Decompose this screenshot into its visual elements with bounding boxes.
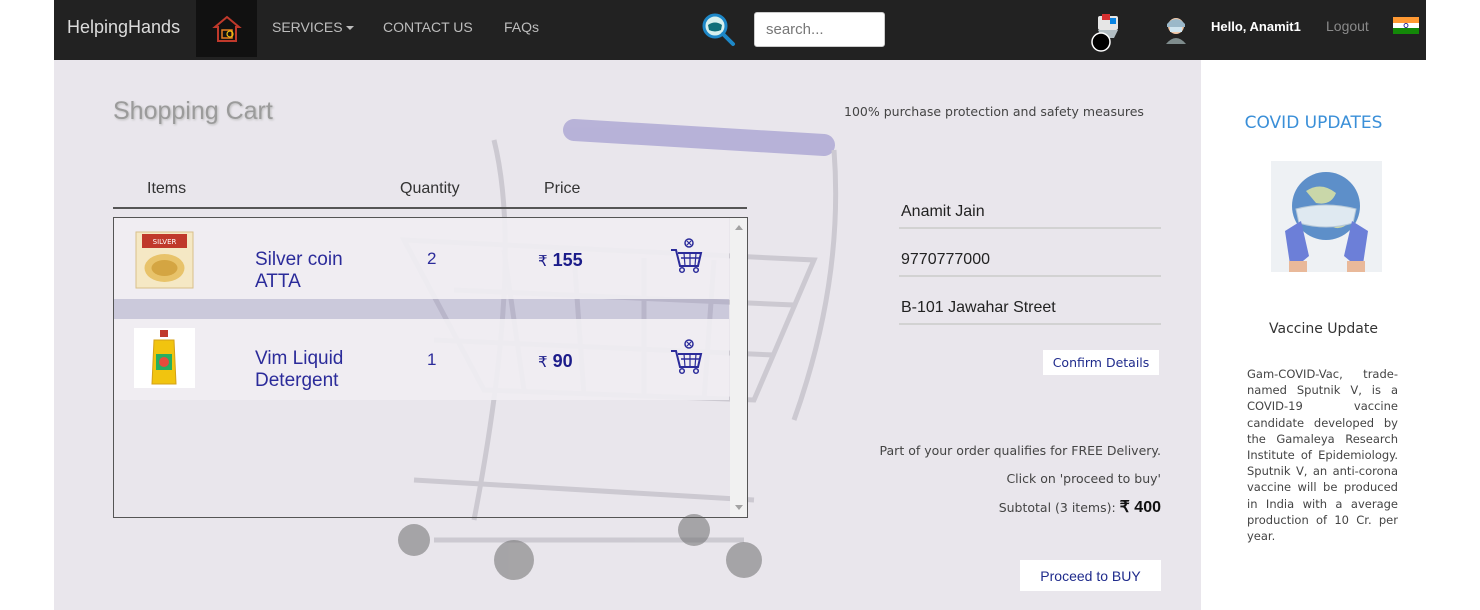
header-divider [113, 207, 747, 209]
item-name-line2: ATTA [255, 271, 301, 292]
page-title: Shopping Cart [113, 97, 273, 125]
scroll-down-arrow-icon[interactable] [735, 505, 743, 510]
nav-services[interactable]: SERVICES [272, 19, 354, 35]
mask-search-icon[interactable] [700, 11, 736, 52]
item-quantity: 1 [427, 350, 437, 369]
column-header-price: Price [544, 180, 581, 197]
phone-field[interactable] [899, 245, 1161, 277]
free-delivery-note: Part of your order qualifies for FREE De… [879, 443, 1161, 458]
item-name[interactable]: Vim Liquid Detergent [255, 348, 343, 392]
proceed-hint: Click on 'proceed to buy' [1006, 471, 1161, 486]
caret-down-icon [345, 26, 354, 31]
masked-globe-image [1271, 161, 1382, 272]
atta-pack-icon: SILVER [134, 230, 195, 290]
item-quantity: 2 [427, 249, 437, 268]
search-input[interactable] [754, 12, 885, 47]
currency-symbol: ₹ [538, 354, 548, 371]
avatar[interactable] [1161, 14, 1191, 49]
remove-cart-icon[interactable] [669, 339, 703, 380]
column-header-quantity: Quantity [400, 180, 460, 197]
covid-updates-title: COVID UPDATES [1244, 113, 1383, 133]
scroll-up-arrow-icon[interactable] [735, 225, 743, 230]
subtotal-label: Subtotal (3 items): [998, 500, 1116, 515]
india-flag-icon[interactable] [1393, 17, 1419, 34]
vaccine-update-title: Vaccine Update [1269, 321, 1378, 337]
vaccine-update-text: Gam-COVID-Vac, trade-named Sputnik V, is… [1247, 367, 1398, 544]
name-field[interactable] [899, 197, 1161, 229]
theme-toggle-icon[interactable] [1090, 12, 1124, 57]
vertical-scrollbar[interactable] [730, 218, 747, 517]
page: HelpingHands SERVICES CONTACT US FAQs se… [54, 0, 1426, 610]
cart-row: SILVER Silver coin ATTA 2 ₹ 155 [114, 218, 729, 299]
nav-services-label: SERVICES [272, 19, 343, 35]
item-price-value: 90 [552, 351, 573, 371]
item-price: ₹ 155 [538, 250, 583, 271]
nav-faqs[interactable]: FAQs [504, 19, 539, 35]
address-field[interactable] [899, 293, 1161, 325]
remove-cart-icon[interactable] [669, 238, 703, 279]
row-divider [114, 299, 729, 319]
subtotal: Subtotal (3 items): ₹ 400 [834, 497, 1161, 517]
brand-link[interactable]: HelpingHands [67, 17, 180, 38]
house-logo-icon[interactable] [196, 0, 257, 57]
currency-symbol: ₹ [538, 253, 548, 270]
item-price: ₹ 90 [538, 351, 573, 372]
item-name-line1: Silver coin [255, 249, 343, 270]
item-name-line2: Detergent [255, 370, 339, 391]
logout-link[interactable]: Logout [1326, 18, 1369, 34]
cart-section: Shopping Cart 100% purchase protection a… [54, 60, 1201, 610]
detergent-bottle-icon [134, 328, 195, 388]
user-greeting: Hello, Anamit1 [1211, 19, 1301, 34]
item-price-value: 155 [552, 250, 583, 270]
navbar: HelpingHands SERVICES CONTACT US FAQs se… [54, 0, 1426, 60]
column-header-items: Items [147, 180, 187, 197]
item-name[interactable]: Silver coin ATTA [255, 249, 343, 293]
cart-row: Vim Liquid Detergent 1 ₹ 90 [114, 319, 729, 400]
nav-contact-us[interactable]: CONTACT US [383, 19, 473, 35]
item-name-line1: Vim Liquid [255, 348, 344, 369]
covid-sidebar: COVID UPDATES Vaccine Update Gam-COVID-V… [1201, 60, 1426, 610]
confirm-details-button[interactable]: Confirm Details [1043, 350, 1159, 375]
subtotal-value: ₹ 400 [1119, 499, 1161, 516]
cart-items-list[interactable]: SILVER Silver coin ATTA 2 ₹ 155 Vim Liqu… [113, 217, 748, 518]
svg-text:SILVER: SILVER [153, 238, 177, 246]
proceed-to-buy-button[interactable]: Proceed to BUY [1020, 560, 1161, 591]
protection-note: 100% purchase protection and safety meas… [844, 104, 1144, 119]
